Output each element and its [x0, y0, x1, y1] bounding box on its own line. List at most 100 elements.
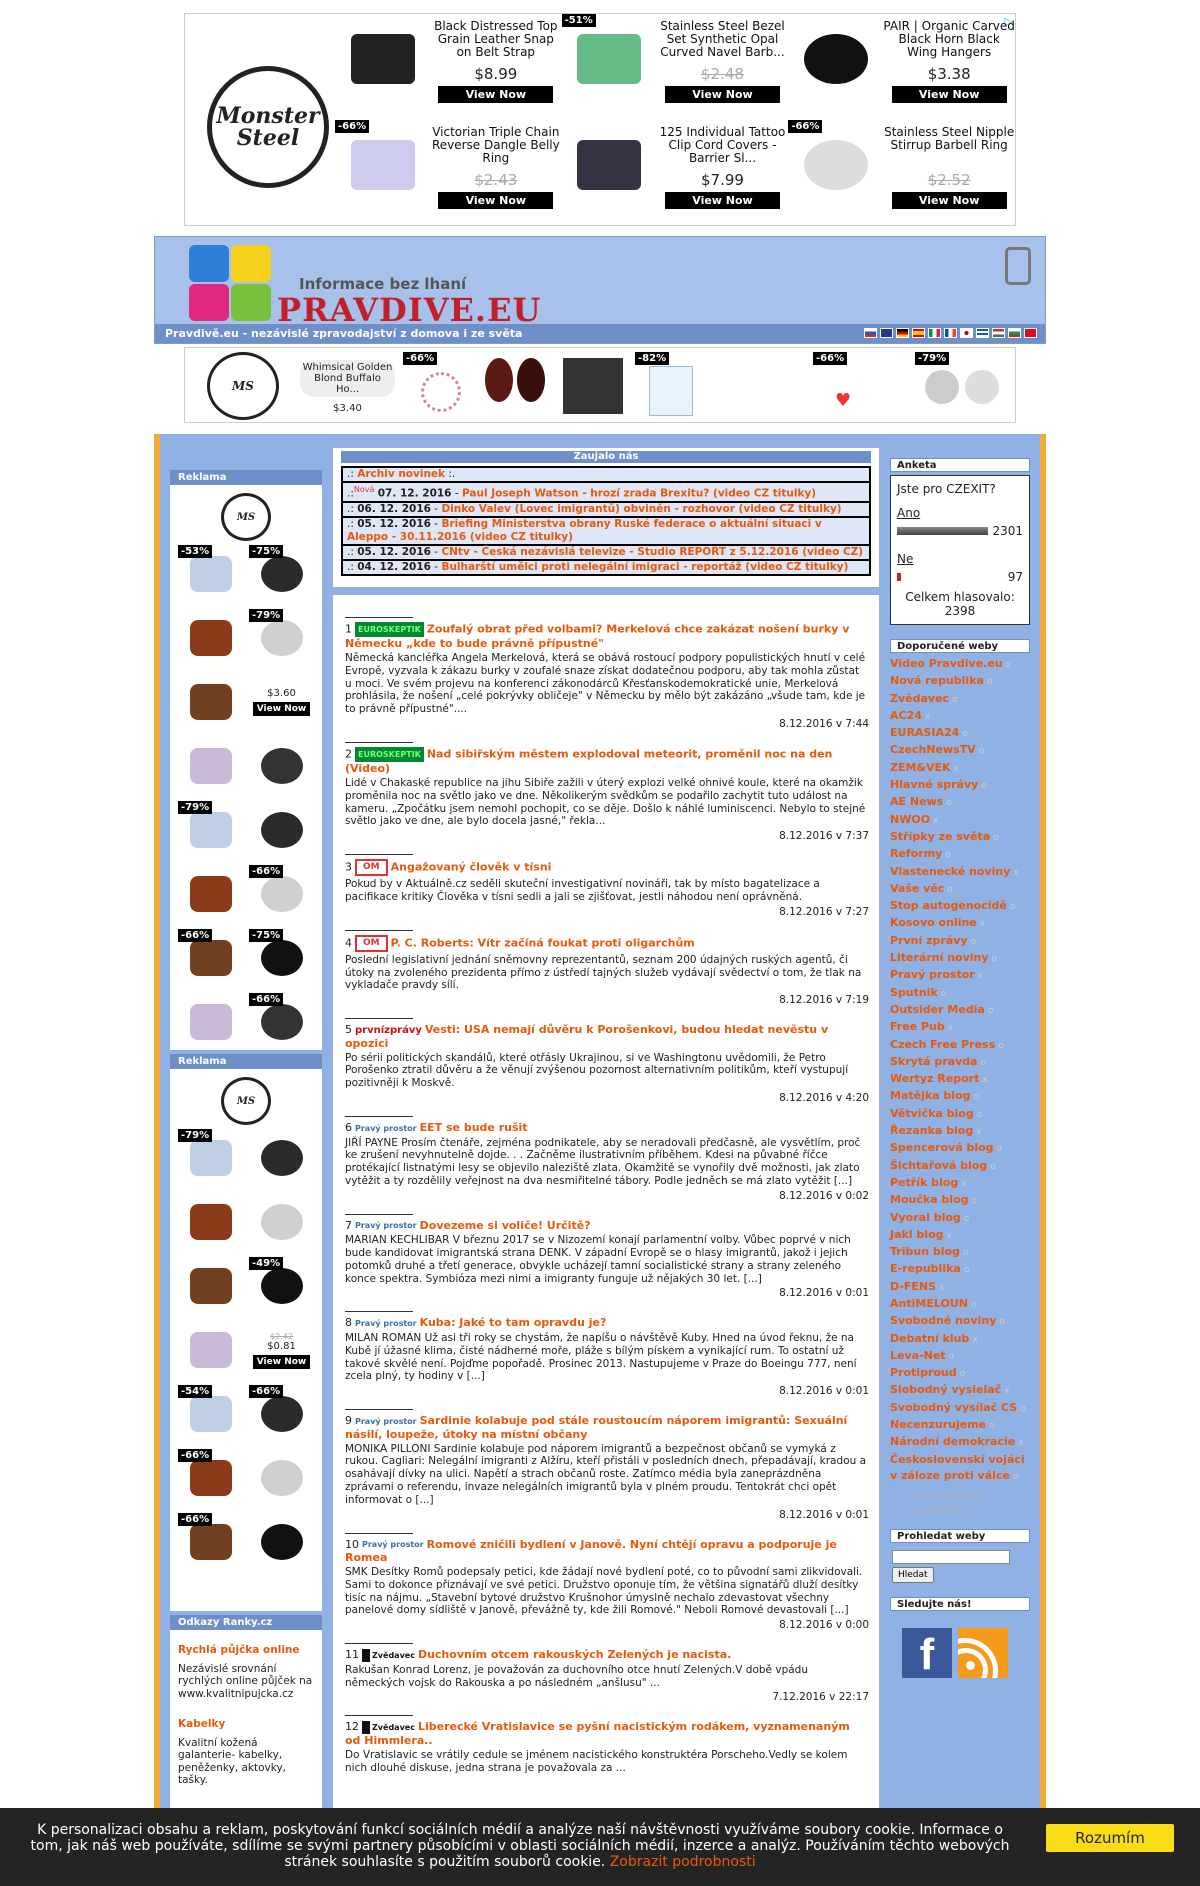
recommended-web-link[interactable]: E-republika — [890, 1262, 961, 1275]
view-now-button[interactable]: View Now — [664, 86, 780, 103]
view-now-button[interactable]: View Now — [252, 702, 311, 716]
recommended-web-link[interactable]: AntiMELOUN — [890, 1297, 968, 1310]
product-image[interactable]: -51% — [561, 14, 657, 104]
recommended-web-link[interactable]: Řezanka blog — [890, 1124, 973, 1137]
article-title-link[interactable]: Kuba: Jaké to tam opravdu je? — [420, 1316, 607, 1329]
strip-ad-banner[interactable]: MS Whimsical Golden Blond Buffalo Ho... … — [184, 347, 1016, 423]
article-title-link[interactable]: Liberecké Vratislavice se pyšní nacistic… — [345, 1720, 850, 1747]
ad-product[interactable]: -79% — [178, 801, 243, 859]
flag-fr-icon[interactable] — [944, 328, 957, 338]
recommended-web-link[interactable]: Slobodný vysielač — [890, 1383, 1001, 1396]
ad-product[interactable]: -66% — [249, 865, 314, 923]
rss-icon[interactable] — [958, 1627, 1008, 1678]
recommended-web-link[interactable]: Literární noviny — [890, 951, 989, 964]
source-logo-icon[interactable]: OM — [355, 934, 388, 952]
ad-product[interactable] — [249, 801, 314, 859]
flag-gb-icon[interactable] — [880, 328, 893, 338]
puzzle-logo-icon[interactable] — [189, 245, 271, 321]
zaujalo-link[interactable]: CNtv - Česká nezávislá televize - Studio… — [441, 546, 863, 558]
recommended-web-link[interactable]: Matějka blog — [890, 1089, 971, 1102]
source-logo-icon[interactable]: prvnízprávy — [355, 1024, 422, 1037]
recommended-web-link[interactable]: Vaše věc — [890, 882, 944, 895]
ad-product[interactable]: -53% — [178, 545, 243, 603]
view-now-button[interactable]: View Now — [438, 191, 554, 209]
ad-product[interactable] — [178, 993, 243, 1051]
strip-product[interactable]: -66% ♥ — [813, 352, 881, 420]
source-logo-icon[interactable]: Pravý prostor — [355, 1317, 417, 1330]
archive-link[interactable]: Archiv novinek — [357, 468, 445, 480]
left-ad-2[interactable]: MS -79% -49% $2.42 $0.81 View Now -54% -66%… — [170, 1069, 322, 1611]
flag-ru-icon[interactable] — [864, 328, 877, 338]
flag-hu-icon[interactable] — [992, 328, 1005, 338]
product-title[interactable]: Victorian Triple Chain Reverse Dangle Be… — [430, 126, 562, 166]
top-ad-item[interactable]: PAIR | Organic Carved Black Horn Black W… — [788, 14, 1015, 120]
monster-steel-logo-small[interactable]: MS — [221, 493, 271, 541]
product-title[interactable]: Black Distressed Top Grain Leather Snap … — [430, 20, 562, 60]
ad-product[interactable] — [249, 1513, 314, 1571]
recommended-web-link[interactable]: Czech Free Press — [890, 1038, 995, 1051]
anketa-yes-option[interactable]: Ano — [897, 506, 1023, 520]
recommended-web-link[interactable]: První zprávy — [890, 934, 968, 947]
recommended-web-link[interactable]: EURASIA24 — [890, 726, 959, 739]
product-image[interactable] — [335, 14, 430, 104]
recommended-web-link[interactable]: Protiproud — [890, 1366, 957, 1379]
ad-product[interactable]: -54% — [178, 1385, 243, 1443]
flag-es-icon[interactable] — [912, 328, 925, 338]
strip-item1[interactable]: Whimsical Golden Blond Buffalo Ho... $3.… — [300, 360, 395, 414]
recommended-web-link[interactable]: Moučka blog — [890, 1193, 969, 1206]
recommended-web-link[interactable]: Stop autogenocidě — [890, 899, 1007, 912]
source-logo-icon[interactable]: EUROSKEPTIK — [355, 622, 424, 637]
recommended-web-link[interactable]: Pravý prostor — [890, 968, 975, 981]
ad-product[interactable]: -66% — [178, 929, 243, 987]
ad-product[interactable]: -49% — [249, 1257, 314, 1315]
ad-product[interactable] — [178, 609, 243, 667]
monster-steel-logo[interactable]: Monster Steel — [207, 66, 329, 188]
view-now-button[interactable]: View Now — [891, 86, 1007, 103]
ad-product[interactable] — [178, 673, 243, 731]
top-ad-item[interactable]: -66% Stainless Steel Nipple Stirrup Barb… — [788, 119, 1015, 226]
ad-product[interactable]: -66% — [249, 993, 314, 1051]
recommended-web-link[interactable]: Sputnik — [890, 986, 938, 999]
article-title-link[interactable]: Sardinie kolabuje pod stále roustoucím n… — [345, 1414, 847, 1441]
ad-product[interactable]: $2.42 $0.81 View Now — [249, 1321, 314, 1379]
flag-de-icon[interactable] — [896, 328, 909, 338]
top-ad-item[interactable]: 125 Individual Tattoo Clip Cord Covers -… — [562, 120, 789, 226]
article-title-link[interactable]: EET se bude rušit — [420, 1121, 528, 1134]
recommended-web-link[interactable]: AC24 — [890, 709, 922, 722]
ad-product[interactable]: -75% — [249, 929, 314, 987]
ad-product[interactable] — [178, 737, 243, 795]
facebook-icon[interactable]: f — [902, 1627, 952, 1679]
source-logo-icon[interactable]: Zvědavec — [362, 1720, 415, 1734]
top-ad-banner[interactable]: Monster Steel ▷ Black Distressed Top Gra… — [184, 13, 1016, 226]
recommended-web-link[interactable]: Outsider Media — [890, 1003, 985, 1016]
flag-jp-icon[interactable] — [960, 328, 973, 338]
recommended-web-link[interactable]: Petřík blog — [890, 1176, 958, 1189]
recommended-web-link[interactable]: Československí vojáci v záloze proti vál… — [890, 1453, 1025, 1482]
odkaz-link-1[interactable]: Rychlá půjčka online — [178, 1644, 300, 1656]
product-image[interactable] — [788, 14, 883, 104]
source-logo-icon[interactable]: Pravý prostor — [355, 1415, 417, 1428]
recommended-web-link[interactable]: Spencerová blog — [890, 1141, 994, 1154]
recommended-web-link[interactable]: Zvědavec — [890, 692, 949, 705]
product-title[interactable]: Stainless Steel Nipple Stirrup Barbell R… — [883, 126, 1015, 166]
mobile-search-icon[interactable] — [1005, 247, 1031, 285]
odkaz-link-2[interactable]: Kabelky — [178, 1718, 225, 1730]
ad-product[interactable]: -79% — [178, 1129, 243, 1187]
anketa-no-option[interactable]: Ne — [897, 552, 1023, 566]
cookie-details-link[interactable]: Zobrazit podrobnosti — [610, 1854, 756, 1870]
ad-product[interactable] — [178, 1257, 243, 1315]
recommended-web-link[interactable]: Jakl blog — [890, 1228, 944, 1241]
recommended-web-link[interactable]: Národní demokracie — [890, 1435, 1015, 1448]
recommended-web-link[interactable]: Šichtařová blog — [890, 1159, 987, 1172]
product-image[interactable] — [562, 120, 657, 210]
strip-monster-steel-logo[interactable]: MS — [207, 352, 279, 420]
recommended-web-link[interactable]: Větvička blog — [890, 1107, 974, 1120]
article-title-link[interactable]: Angažovaný člověk v tísni — [391, 861, 552, 874]
flag-bg-icon[interactable] — [1008, 328, 1021, 338]
strip-product[interactable] — [563, 358, 623, 414]
recommended-web-link[interactable]: Střípky ze světa — [890, 830, 990, 843]
view-now-button[interactable]: View Now — [438, 86, 554, 103]
recommended-web-link[interactable]: NWOO — [890, 813, 930, 826]
recommended-web-link[interactable]: D-FENS — [890, 1280, 936, 1293]
recommended-web-link[interactable]: Skrytá pravda — [890, 1055, 978, 1068]
